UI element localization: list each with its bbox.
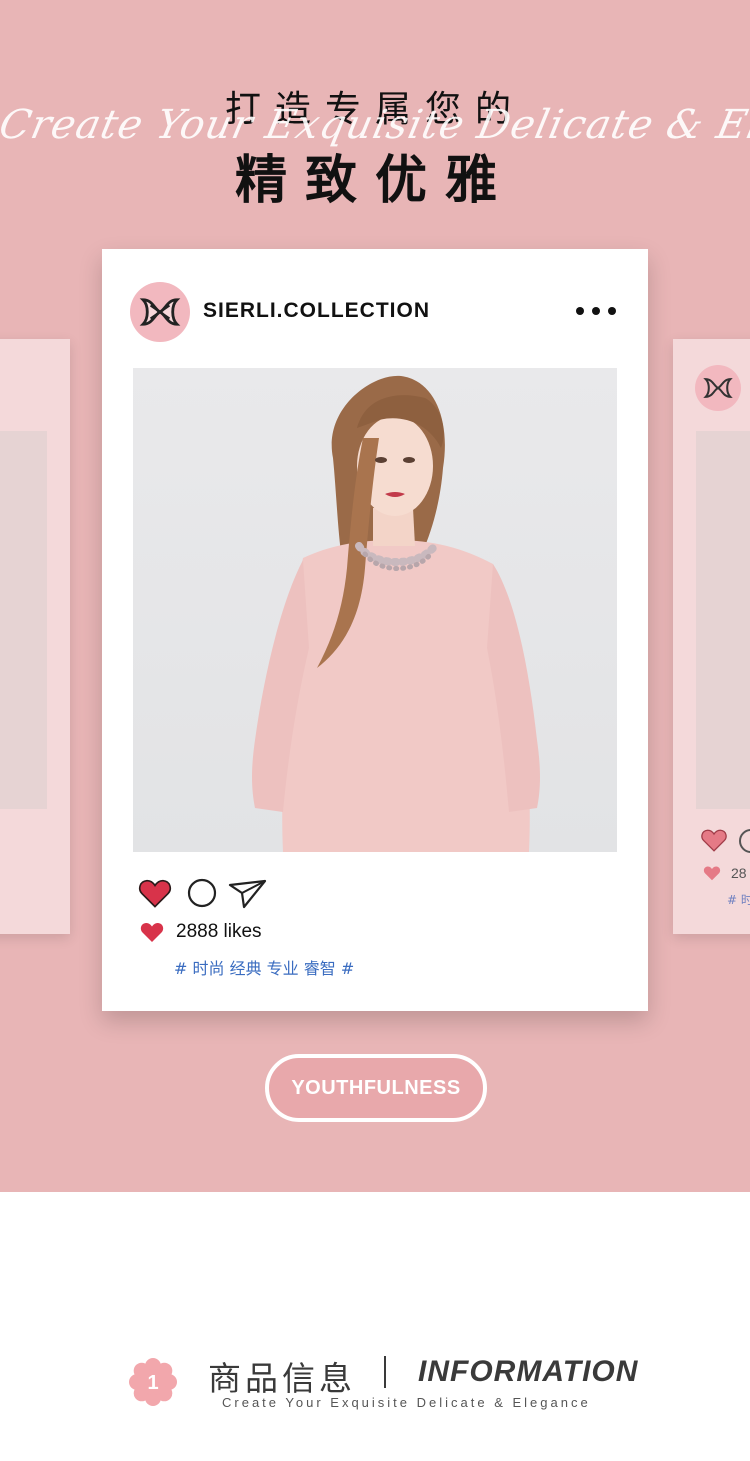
comment-icon[interactable] [739, 829, 750, 853]
model-illustration [252, 375, 540, 852]
info-number: 1 [147, 1372, 158, 1394]
more-dot [608, 307, 616, 315]
flower-number-icon: 1 [129, 1358, 177, 1406]
heart-icon[interactable] [701, 828, 727, 852]
likes-heart-icon [140, 922, 164, 942]
hashtags[interactable]: # 时 [727, 891, 750, 908]
likes-count[interactable]: 2888 likes [176, 921, 262, 943]
info-title-cn: 商品信息 [208, 1359, 356, 1398]
side-card-photo [696, 431, 750, 809]
share-icon[interactable] [228, 877, 268, 909]
info-title-en: INFORMATION [418, 1355, 639, 1388]
more-icon[interactable] [576, 304, 616, 318]
account-handle[interactable]: SIERLI.COLLECTION [203, 299, 430, 323]
likes-row: 2888 likes [140, 921, 262, 943]
likes-heart-icon [703, 866, 721, 881]
info-subtitle: Create Your Exquisite Delicate & Eleganc… [222, 1395, 591, 1410]
comment-icon[interactable] [186, 877, 218, 909]
more-dot [592, 307, 600, 315]
brand-logo-icon [695, 365, 741, 411]
hero-section: 打造专属您的 Create Your Exquisite Delicate & … [0, 0, 750, 1192]
product-photo[interactable] [133, 368, 617, 852]
side-card-photo [0, 431, 47, 809]
headline-line-2: 精致优雅 [234, 151, 515, 211]
side-card-left[interactable] [0, 339, 70, 934]
brand-logo-icon[interactable] [130, 282, 190, 342]
hashtags[interactable]: # 时尚 经典 专业 睿智 # [174, 955, 354, 979]
more-dot [576, 307, 584, 315]
divider [384, 1356, 386, 1388]
youthfulness-badge[interactable]: YOUTHFULNESS [265, 1054, 487, 1122]
post-actions [138, 875, 268, 911]
heart-icon[interactable] [138, 878, 172, 908]
post-card: SIERLI.COLLECTION 2888 likes # 时尚 经典 专业 … [102, 249, 648, 1011]
side-card-right[interactable]: 28 # 时 [673, 339, 750, 934]
likes-count: 28 [731, 865, 747, 881]
